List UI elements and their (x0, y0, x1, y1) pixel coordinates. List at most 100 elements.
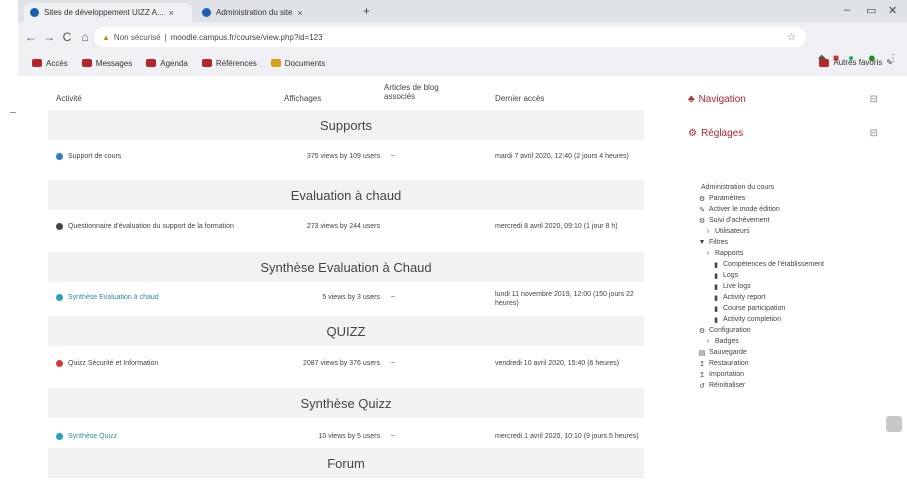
bookmark-label: Accès (46, 58, 68, 68)
header-blog[interactable]: Articles de blog associés (384, 83, 444, 101)
settings-title: Réglages (700, 127, 744, 139)
navigation-row: ← → C ⌂ ▲ Non sécurisé | moodle.campus.f… (18, 24, 907, 65)
header-last-access[interactable]: Dernier accès (495, 94, 544, 103)
tree-item[interactable]: ▼ Filtres (690, 237, 890, 248)
tree-item[interactable]: › Badges (690, 336, 890, 347)
gear-icon: ⚙ (698, 327, 706, 335)
tree-item[interactable]: ⚙ Suivi d'achèvement (690, 215, 890, 226)
chevron-right-icon: › (706, 250, 710, 257)
new-tab-button[interactable]: + (363, 4, 370, 18)
activity-link[interactable]: Quizz Sécurité et Information (68, 359, 158, 368)
settings-block-header[interactable]: ⚙ Réglages ⊟ (680, 118, 888, 148)
tree-label: Importation (709, 371, 745, 378)
section-header: Synthèse Evaluation à Chaud (48, 252, 644, 282)
tree-item[interactable]: ⚙ Configuration (690, 325, 890, 336)
tree-item[interactable]: ▮ Compétences de l'établissement (690, 259, 890, 270)
navigation-title: Navigation (698, 93, 746, 105)
tree-item[interactable]: Administration du cours (690, 182, 890, 193)
activity-link[interactable]: Questionnaire d'évaluation du support de… (68, 222, 234, 231)
blog-entries: – (391, 432, 395, 439)
bookmark-item[interactable]: Documents (270, 58, 326, 68)
table-row: Questionnaire d'évaluation du support de… (48, 210, 644, 252)
blog-entries: – (391, 293, 395, 300)
reload-button[interactable]: C (58, 30, 76, 44)
section-header: Supports (48, 110, 644, 140)
collapse-icon[interactable]: ⊟ (870, 94, 878, 105)
activity-link[interactable]: Synthèse Evaluation à chaud (68, 293, 159, 302)
tree-label: Compétences de l'établissement (723, 261, 824, 268)
tree-item[interactable]: › Utilisateurs (690, 226, 890, 237)
other-bookmarks[interactable]: Autres favoris ✎ (819, 58, 893, 67)
scroll-to-top-button[interactable] (886, 416, 902, 432)
close-window-button[interactable]: ✕ (888, 4, 897, 17)
tree-item[interactable]: ▤ Sauvegarde (690, 347, 890, 358)
tree-label: Badges (715, 338, 739, 345)
tab-title: Sites de développement UIZZ A... (44, 8, 164, 17)
security-label: Non sécurisé (113, 32, 161, 42)
report-icon: ▮ (714, 316, 718, 324)
tree-item[interactable]: ↺ Réinitialiser (690, 380, 890, 391)
last-access: vendredi 10 avril 2020, 15:40 (6 heures) (495, 360, 620, 367)
backup-icon: ▤ (698, 349, 706, 357)
resource-icon (56, 153, 63, 160)
tree-item[interactable]: ▮ Activity completion (690, 314, 890, 325)
collapse-icon[interactable]: ⊟ (870, 128, 878, 139)
tree-label: Activity completion (723, 316, 781, 323)
tree-label: Configuration (709, 327, 751, 334)
header-activity[interactable]: Activité (56, 94, 82, 103)
page-icon (56, 433, 63, 440)
last-access: lundi 11 novembre 2019, 12:00 (150 jours… (495, 291, 634, 307)
chevron-right-icon: › (706, 228, 710, 235)
tree-item[interactable]: ▮ Activity report (690, 292, 890, 303)
star-icon[interactable]: ☆ (787, 32, 796, 43)
tree-item[interactable]: › Rapports (690, 248, 890, 259)
tree-item[interactable]: ▮ Logs (690, 270, 890, 281)
report-icon: ▮ (714, 272, 718, 280)
browser-tab-1[interactable]: Sites de développement UIZZ A... × (24, 3, 192, 22)
bookmark-item[interactable]: Accès (32, 59, 68, 68)
tab-bar: Sites de développement UIZZ A... × Admin… (18, 0, 907, 22)
bookmark-label: Références (215, 58, 257, 68)
tree-label: Course participation (723, 305, 786, 312)
last-access: mercredi 8 avril 2020, 09:10 (1 jour 8 h… (495, 223, 618, 230)
favicon-icon (30, 8, 39, 17)
bookmark-item[interactable]: Messages (81, 59, 132, 68)
quiz-icon (56, 360, 63, 367)
tree-label: Suivi d'achèvement (709, 217, 770, 224)
tree-label: Sauvegarde (709, 349, 747, 356)
tree-label: Utilisateurs (715, 228, 750, 235)
tree-item[interactable]: ▮ Live logs (690, 281, 890, 292)
bookmark-icon (32, 59, 42, 67)
reset-icon: ↺ (699, 382, 705, 390)
pencil-icon: ✎ (886, 58, 893, 67)
back-button[interactable]: ← (22, 30, 40, 44)
home-button[interactable]: ⌂ (76, 30, 94, 44)
report-icon: ▮ (714, 294, 718, 302)
tree-item[interactable]: ↥ Importation (690, 369, 890, 380)
restore-button[interactable]: ▭ (866, 4, 876, 17)
address-bar[interactable]: ▲ Non sécurisé | moodle.campus.fr/course… (94, 27, 806, 47)
activity-link[interactable]: Support de cours (68, 152, 121, 161)
bookmark-item[interactable]: Agenda (146, 59, 188, 68)
tree-item[interactable]: ✎ Activer le mode édition (690, 204, 890, 215)
forward-button[interactable]: → (40, 30, 58, 44)
activity-link[interactable]: Synthèse Quizz (68, 432, 117, 441)
header-views[interactable]: Affichages (284, 94, 321, 103)
bookmark-label: Agenda (160, 58, 188, 68)
bookmark-icon (81, 59, 92, 67)
close-tab-icon[interactable]: × (297, 8, 302, 18)
restore-icon: ↥ (699, 360, 705, 368)
tree-label: Filtres (709, 239, 729, 246)
tree-label: Rapports (715, 250, 744, 257)
tree-item[interactable]: ▮ Course participation (690, 303, 890, 314)
settings-tree: Administration du cours ⚙ Paramètres ✎ Act… (690, 182, 890, 391)
tree-item[interactable]: ⚙ Paramètres (690, 193, 890, 204)
navigation-block-header[interactable]: ♣ Navigation ⊟ (680, 84, 888, 114)
minimize-button[interactable]: – (844, 4, 850, 16)
bookmark-label: Documents (284, 58, 326, 68)
table-row: Synthèse Quizz 10 views by 5 users – mer… (48, 418, 644, 452)
tree-item[interactable]: ↥ Restauration (690, 358, 890, 369)
browser-tab-2[interactable]: Administration du site × (196, 3, 356, 22)
bookmark-item[interactable]: Références (201, 58, 257, 68)
close-tab-icon[interactable]: × (169, 8, 174, 18)
